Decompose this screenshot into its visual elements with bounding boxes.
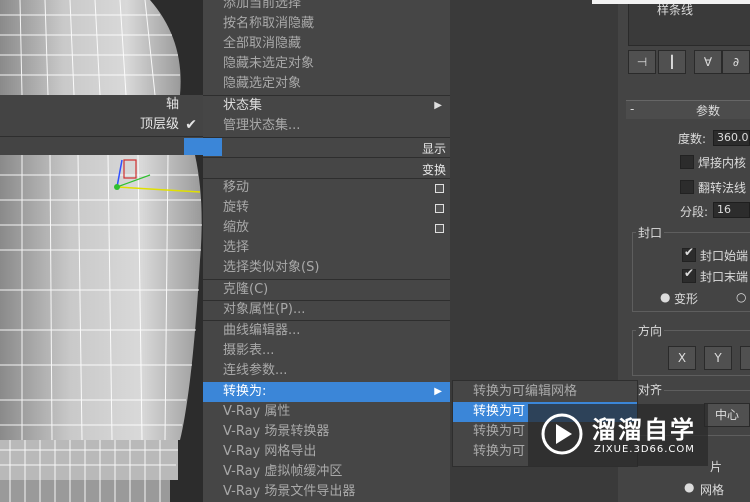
cap-end-label: 封口末端 [700, 270, 749, 284]
menu-item-clone[interactable]: 克隆(C) [203, 280, 450, 300]
radio-icon[interactable]: ● [660, 290, 670, 304]
align-title: 对齐 [636, 381, 665, 398]
x-button[interactable]: X [668, 346, 696, 370]
viewport[interactable] [0, 0, 205, 502]
menu-item-scale[interactable]: 缩放 [203, 218, 450, 238]
menu-item-unhide-by-name[interactable]: 按名称取消隐藏 [203, 14, 450, 34]
y-button[interactable]: Y [704, 346, 732, 370]
weld-core-label: 焊接内核 [698, 156, 747, 170]
divider [203, 137, 450, 138]
show-end-result-icon[interactable]: ┃ [658, 50, 686, 74]
flip-normals-label: 翻转法线 [698, 181, 747, 195]
menu-item-wire-params[interactable]: 连线参数... [203, 361, 450, 381]
collapse-icon: - [630, 102, 635, 116]
quad-corner-marker [203, 138, 222, 156]
axis-label: 轴 [165, 97, 179, 112]
menu-item-axis[interactable]: 轴 [0, 95, 205, 115]
menu-item-vray-properties[interactable]: V-Ray 属性 [203, 402, 450, 422]
menu-item-select-similar[interactable]: 选择类似对象(S) [203, 258, 450, 278]
submenu-arrow-icon: ▶ [434, 100, 442, 111]
radio-icon[interactable]: ● [684, 480, 694, 494]
menu-item-rotate[interactable]: 旋转 [203, 198, 450, 218]
submenu-arrow-icon: ▶ [434, 386, 442, 397]
degree-field[interactable]: 360.0 [713, 130, 750, 146]
cap-start-label: 封口始端 [700, 249, 749, 263]
play-logo-icon [541, 413, 583, 455]
remove-modifier-icon[interactable]: ∂ [722, 50, 750, 74]
menu-item-move[interactable]: 移动 [203, 178, 450, 198]
menu-item-vray-mesh-export[interactable]: V-Ray 网格导出 [203, 442, 450, 462]
segments-field[interactable]: 16 [713, 202, 750, 218]
flip-normals-checkbox[interactable] [680, 180, 694, 194]
menu-item-manage-state-set[interactable]: 管理状态集... [203, 116, 450, 136]
header-transform: 变换 [421, 163, 446, 177]
header-display: 显示 [421, 142, 446, 156]
params-rollout-header[interactable]: - 参数 [626, 100, 750, 119]
params-title: 参数 [696, 104, 721, 118]
menu-item-hide-unselected[interactable]: 隐藏未选定对象 [203, 54, 450, 74]
settings-box-icon[interactable] [435, 224, 444, 233]
menu-item-curve-editor[interactable]: 曲线编辑器... [203, 321, 450, 341]
make-unique-icon[interactable]: ∀ [694, 50, 722, 74]
menu-item-dope-sheet[interactable]: 摄影表... [203, 341, 450, 361]
move-label: 移动 [223, 180, 250, 195]
output-label: 片 [710, 460, 723, 474]
menu-item-object-properties[interactable]: 对象属性(P)... [203, 300, 450, 320]
menu-item-select[interactable]: 选择 [203, 238, 450, 258]
pin-stack-icon[interactable]: ⊣ [628, 50, 656, 74]
menu-item-vray-scene-converter[interactable]: V-Ray 场景转换器 [203, 422, 450, 442]
menu-item-top-level[interactable]: 顶层级 ✔ [0, 115, 205, 135]
direction-title: 方向 [636, 322, 665, 339]
vase-wireframe [0, 0, 202, 502]
menu-item-convert-to[interactable]: 转换为: ▶ [203, 382, 450, 402]
quad-menu-middle: 添加当前选择 按名称取消隐藏 全部取消隐藏 隐藏未选定对象 隐藏选定对象 状态集… [203, 0, 450, 502]
radio-icon[interactable]: ○ [736, 290, 746, 304]
degree-label: 度数: [678, 132, 707, 146]
menu-item-unhide-all[interactable]: 全部取消隐藏 [203, 34, 450, 54]
menu-item-state-set[interactable]: 状态集 ▶ [203, 96, 450, 116]
rotate-label: 旋转 [223, 200, 250, 215]
menu-item-vray-vfb[interactable]: V-Ray 虚拟帧缓冲区 [203, 462, 450, 482]
check-icon: ✔ [684, 245, 695, 259]
scale-label: 缩放 [223, 220, 250, 235]
cap-title: 封口 [636, 224, 665, 241]
check-icon: ✔ [185, 117, 197, 133]
quad-menu-left: 轴 顶层级 ✔ [0, 95, 205, 155]
quad-corner-marker [184, 138, 203, 155]
settings-box-icon[interactable] [435, 204, 444, 213]
divider [0, 136, 205, 137]
mesh-label: 网格 [700, 483, 725, 497]
menu-item-hide-selected[interactable]: 隐藏选定对象 [203, 74, 450, 94]
morph-label: 变形 [674, 292, 699, 306]
convert-to-label: 转换为: [223, 384, 267, 399]
segments-label: 分段: [680, 205, 709, 219]
submenu-item-editable-mesh[interactable]: 转换为可编辑网格 [453, 382, 637, 402]
modifier-stack[interactable]: 样条线 [628, 0, 750, 46]
stack-toolbar: ⊣ ┃ ∀ ∂ [618, 48, 750, 76]
weld-core-checkbox[interactable] [680, 155, 694, 169]
state-set-label: 状态集 [223, 98, 263, 113]
window-edge [592, 0, 750, 4]
watermark-title: 溜溜自学 [592, 416, 696, 444]
divider [203, 157, 450, 158]
menu-item-vray-scene-export[interactable]: V-Ray 场景文件导出器 [203, 482, 450, 502]
menu-item-add-selection[interactable]: 添加当前选择 [203, 0, 450, 14]
z-button[interactable] [740, 346, 750, 370]
check-icon: ✔ [684, 266, 695, 280]
watermark: 溜溜自学 ZIXUE.3D66.COM [528, 404, 708, 466]
watermark-url: ZIXUE.3D66.COM [594, 444, 695, 455]
center-button[interactable]: 中心 [704, 403, 750, 427]
settings-box-icon[interactable] [435, 184, 444, 193]
